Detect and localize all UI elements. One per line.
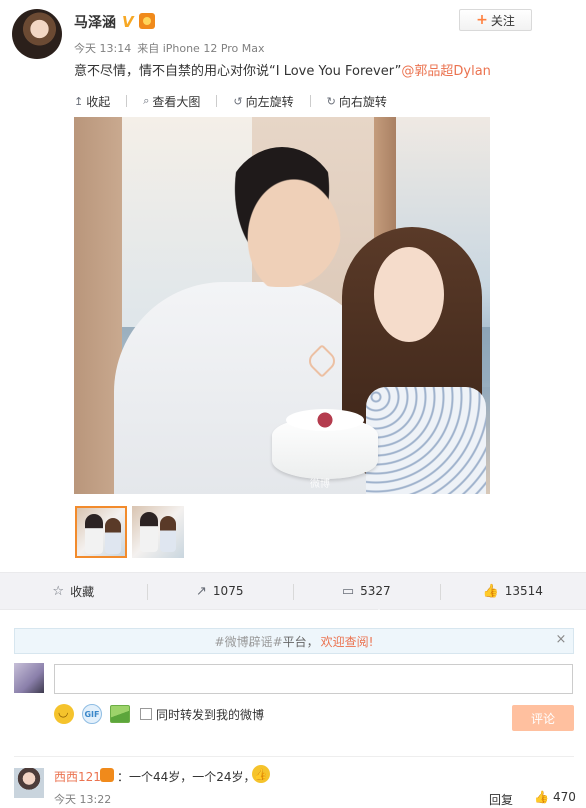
comment-pointer	[372, 609, 386, 616]
notice-hashtag[interactable]: #微博辟谣#	[215, 633, 283, 650]
zoom-icon: ⌕	[143, 94, 149, 108]
like-button[interactable]: 👍 13514	[440, 573, 586, 609]
post-text: 意不尽情，情不自禁的用心对你说“I Love You Forever”@郭品超D…	[74, 60, 491, 79]
repost-icon: ↗	[196, 584, 207, 599]
emoji-icon[interactable]	[54, 704, 74, 724]
comment-button[interactable]: ▭ 5327	[293, 573, 440, 609]
toolbar-divider	[126, 95, 127, 107]
member-badge-icon	[139, 13, 155, 29]
rumor-notice-bar: #微博辟谣#平台，欢迎查阅!	[14, 628, 574, 654]
thumbnail-2[interactable]	[132, 506, 184, 558]
commenter-name[interactable]: 西西121	[54, 768, 101, 785]
author-name[interactable]: 马泽涵	[74, 12, 116, 32]
post-action-bar: ☆ 收藏 ↗ 1075 ▭ 5327 👍 13514	[0, 572, 586, 610]
favorite-label: 收藏	[70, 583, 94, 600]
rotate-right-label: 向右旋转	[339, 93, 387, 110]
post-time[interactable]: 今天 13:14	[74, 42, 131, 55]
thumbnail-person	[160, 516, 176, 552]
photo-watermark: 微博	[310, 475, 330, 490]
follow-label: 关注	[491, 12, 515, 29]
commenter-avatar[interactable]	[14, 768, 44, 798]
follow-button[interactable]: + 关注	[459, 9, 532, 31]
comment-like-button[interactable]: 👍 470	[534, 790, 576, 804]
close-icon[interactable]: ×	[553, 632, 569, 647]
submit-comment-button[interactable]: 评论	[512, 705, 574, 731]
reply-button[interactable]: 回复	[489, 791, 513, 808]
notice-platform: 平台，	[283, 633, 319, 650]
media-toolbar: ↥ 收起 ⌕ 查看大图 ↺ 向左旋转 ↻ 向右旋转	[74, 91, 387, 111]
comment-icon: ▭	[342, 584, 354, 599]
notice-link[interactable]: 欢迎查阅!	[321, 633, 374, 650]
mention-link[interactable]: @郭品超Dylan	[401, 64, 491, 79]
comment-input[interactable]	[54, 664, 573, 694]
post-photo[interactable]: 微博	[74, 117, 490, 494]
collapse-button[interactable]: ↥ 收起	[74, 91, 110, 111]
view-large-label: 查看大图	[152, 93, 200, 110]
thumbnail-person	[140, 512, 158, 552]
rotate-right-button[interactable]: ↻ 向右旋转	[327, 91, 387, 111]
like-count: 13514	[505, 584, 543, 598]
view-large-button[interactable]: ⌕ 查看大图	[143, 91, 200, 111]
comment-text: ：一个44岁，一个24岁，	[117, 768, 256, 785]
gif-icon[interactable]: GIF	[82, 704, 102, 724]
photo-woman-face	[374, 247, 444, 342]
thumbnail-person	[85, 514, 103, 554]
photo-woman-dress	[366, 387, 486, 494]
my-avatar[interactable]	[14, 663, 44, 693]
image-icon[interactable]	[110, 705, 130, 723]
verified-icon: V	[122, 13, 134, 31]
thumbs-up-icon: 👍	[534, 790, 549, 804]
author-avatar[interactable]	[12, 9, 62, 59]
divider	[14, 756, 574, 757]
member-badge-icon	[100, 768, 114, 782]
repost-button[interactable]: ↗ 1075	[147, 573, 294, 609]
star-icon: ☆	[52, 584, 64, 599]
rotate-left-icon: ↺	[233, 95, 242, 108]
repost-checkbox[interactable]	[140, 708, 152, 720]
comment-time: 今天 13:22	[54, 791, 111, 807]
plus-icon: +	[476, 12, 488, 28]
comment-count: 5327	[360, 584, 391, 598]
collapse-label: 收起	[86, 93, 110, 110]
cake-top	[286, 409, 364, 431]
repost-checkbox-label[interactable]: 同时转发到我的微博	[156, 706, 264, 723]
photo-man-head	[222, 147, 342, 287]
favorite-button[interactable]: ☆ 收藏	[0, 573, 147, 609]
toolbar-divider	[310, 95, 311, 107]
rotate-left-label: 向左旋转	[246, 93, 294, 110]
thumbs-up-emoji-icon: 👍	[252, 765, 270, 783]
post-source[interactable]: 来自 iPhone 12 Pro Max	[137, 42, 264, 55]
rotate-left-button[interactable]: ↺ 向左旋转	[233, 91, 293, 111]
repost-count: 1075	[213, 584, 244, 598]
collapse-icon: ↥	[74, 95, 83, 108]
comment-like-count: 470	[553, 790, 576, 804]
toolbar-divider	[216, 95, 217, 107]
post-body: 意不尽情，情不自禁的用心对你说“I Love You Forever”	[74, 64, 401, 79]
thumbnail-person	[105, 518, 121, 554]
thumbs-up-icon: 👍	[483, 584, 499, 599]
rotate-right-icon: ↻	[327, 95, 336, 108]
thumbnail-1[interactable]	[75, 506, 127, 558]
post-meta: 今天 13:14 来自 iPhone 12 Pro Max	[74, 40, 271, 56]
